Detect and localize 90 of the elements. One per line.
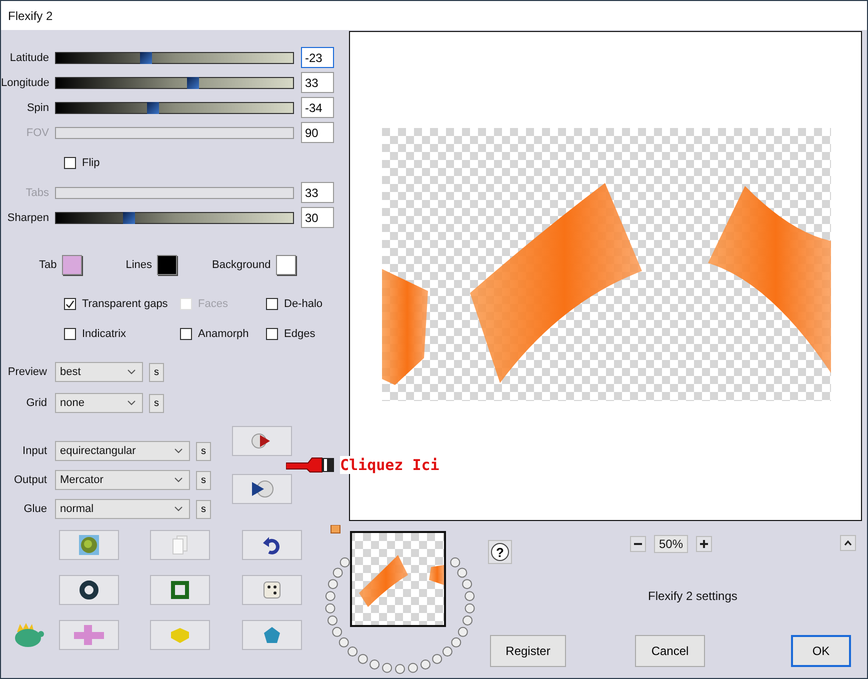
value-field[interactable]: 30 [301,207,334,228]
color-label: Tab [39,259,57,271]
play-disc-icon [250,480,274,498]
color-label: Lines [126,259,152,271]
pentagon-icon [263,626,281,644]
logo-icon [13,622,45,648]
checkbox[interactable] [266,328,278,340]
dropdown[interactable]: Mercator [55,470,190,490]
dialog-button[interactable]: Cancel [635,635,705,667]
chevron-down-icon [174,506,183,512]
dropdown-label: Input [22,445,48,457]
window-title: Flexify 2 [8,8,53,22]
slider-label: Spin [26,102,50,114]
dropdown[interactable]: normal [55,499,190,519]
save-preset-button[interactable]: s [149,394,164,412]
chevron-down-icon [127,369,136,375]
slider-label: Longitude [1,76,50,88]
slider-label: Tabs [24,186,50,198]
undo-icon [263,535,281,555]
dropdown-label: Output [12,474,48,486]
slider-thumb[interactable] [147,102,160,114]
dropdown-label: Glue [22,503,48,515]
save-preset-button[interactable]: s [149,362,164,382]
checkbox-label: Flip [82,156,100,168]
chevron-down-icon [174,477,183,483]
globe-icon [79,535,99,555]
zoom-in-button[interactable] [696,536,712,552]
slider-label: Sharpen [6,212,50,224]
slider-track[interactable] [55,52,294,64]
zoom-out-button[interactable] [630,536,646,552]
help-button[interactable]: ? [488,540,512,564]
slider-label: FOV [25,126,50,138]
dropdown[interactable]: best [55,362,143,382]
checkbox[interactable] [64,298,76,310]
plus-icon [700,540,708,548]
caret-up-icon [844,540,852,546]
play-disc-button[interactable] [232,426,292,456]
save-preset-button[interactable]: s [196,500,211,518]
annotation-text: Cliquez Ici [340,456,440,474]
checkbox-label: Anamorph [198,328,249,340]
checkbox-label: Faces [198,298,228,310]
slider-thumb[interactable] [187,76,200,88]
dropdown[interactable]: equirectangular [55,441,190,461]
ring-button[interactable] [59,575,119,605]
marker-icon[interactable] [330,525,340,534]
value-field[interactable]: 33 [301,72,334,93]
dropdown-label: Grid [25,397,48,409]
color-swatch[interactable] [276,255,296,275]
checkbox[interactable] [64,328,76,340]
minus-icon [634,543,642,545]
ring-icon [79,580,99,600]
chevron-down-icon [127,400,136,406]
cross-icon [74,625,104,645]
checkbox-label: De-halo [284,298,323,310]
slider-track[interactable] [55,212,294,224]
square-frame-icon [171,581,189,599]
brick-icon [169,626,191,644]
dialog-button[interactable]: Register [490,635,566,667]
slider-track[interactable] [55,102,294,114]
slider-track[interactable] [55,76,294,88]
dice-icon [262,580,282,600]
square-frame-button[interactable] [150,575,210,605]
checkbox-label: Edges [284,328,316,340]
globe-button[interactable] [59,530,119,560]
checkbox-label: Transparent gaps [82,298,168,310]
settings-label: Flexify 2 settings [648,589,738,603]
zoom-level: 50% [654,535,688,553]
pentagon-button[interactable] [242,620,302,650]
value-field[interactable]: -23 [301,47,334,68]
chevron-down-icon [174,448,183,454]
color-label: Background [212,259,271,271]
color-swatch[interactable] [157,255,178,275]
collapse-button[interactable] [840,535,856,551]
dialog-button[interactable]: OK [791,635,851,667]
dropdown-label: Preview [6,366,48,378]
checkbox[interactable] [180,328,192,340]
checkbox[interactable] [266,298,278,310]
value-field[interactable]: -34 [301,97,334,118]
slider-thumb[interactable] [140,52,152,64]
slider-thumb[interactable] [123,212,136,224]
checkbox-label: Indicatrix [82,328,126,340]
save-preset-button[interactable]: s [196,470,211,490]
dropdown[interactable]: none [55,393,143,413]
pages-icon [172,535,188,555]
color-swatch[interactable] [62,255,82,275]
slider-label: Latitude [8,52,50,64]
undo-arrow-button[interactable] [242,530,302,560]
save-preset-button[interactable]: s [196,442,211,460]
play-disc-button[interactable] [232,474,292,504]
checkbox[interactable] [64,156,76,168]
